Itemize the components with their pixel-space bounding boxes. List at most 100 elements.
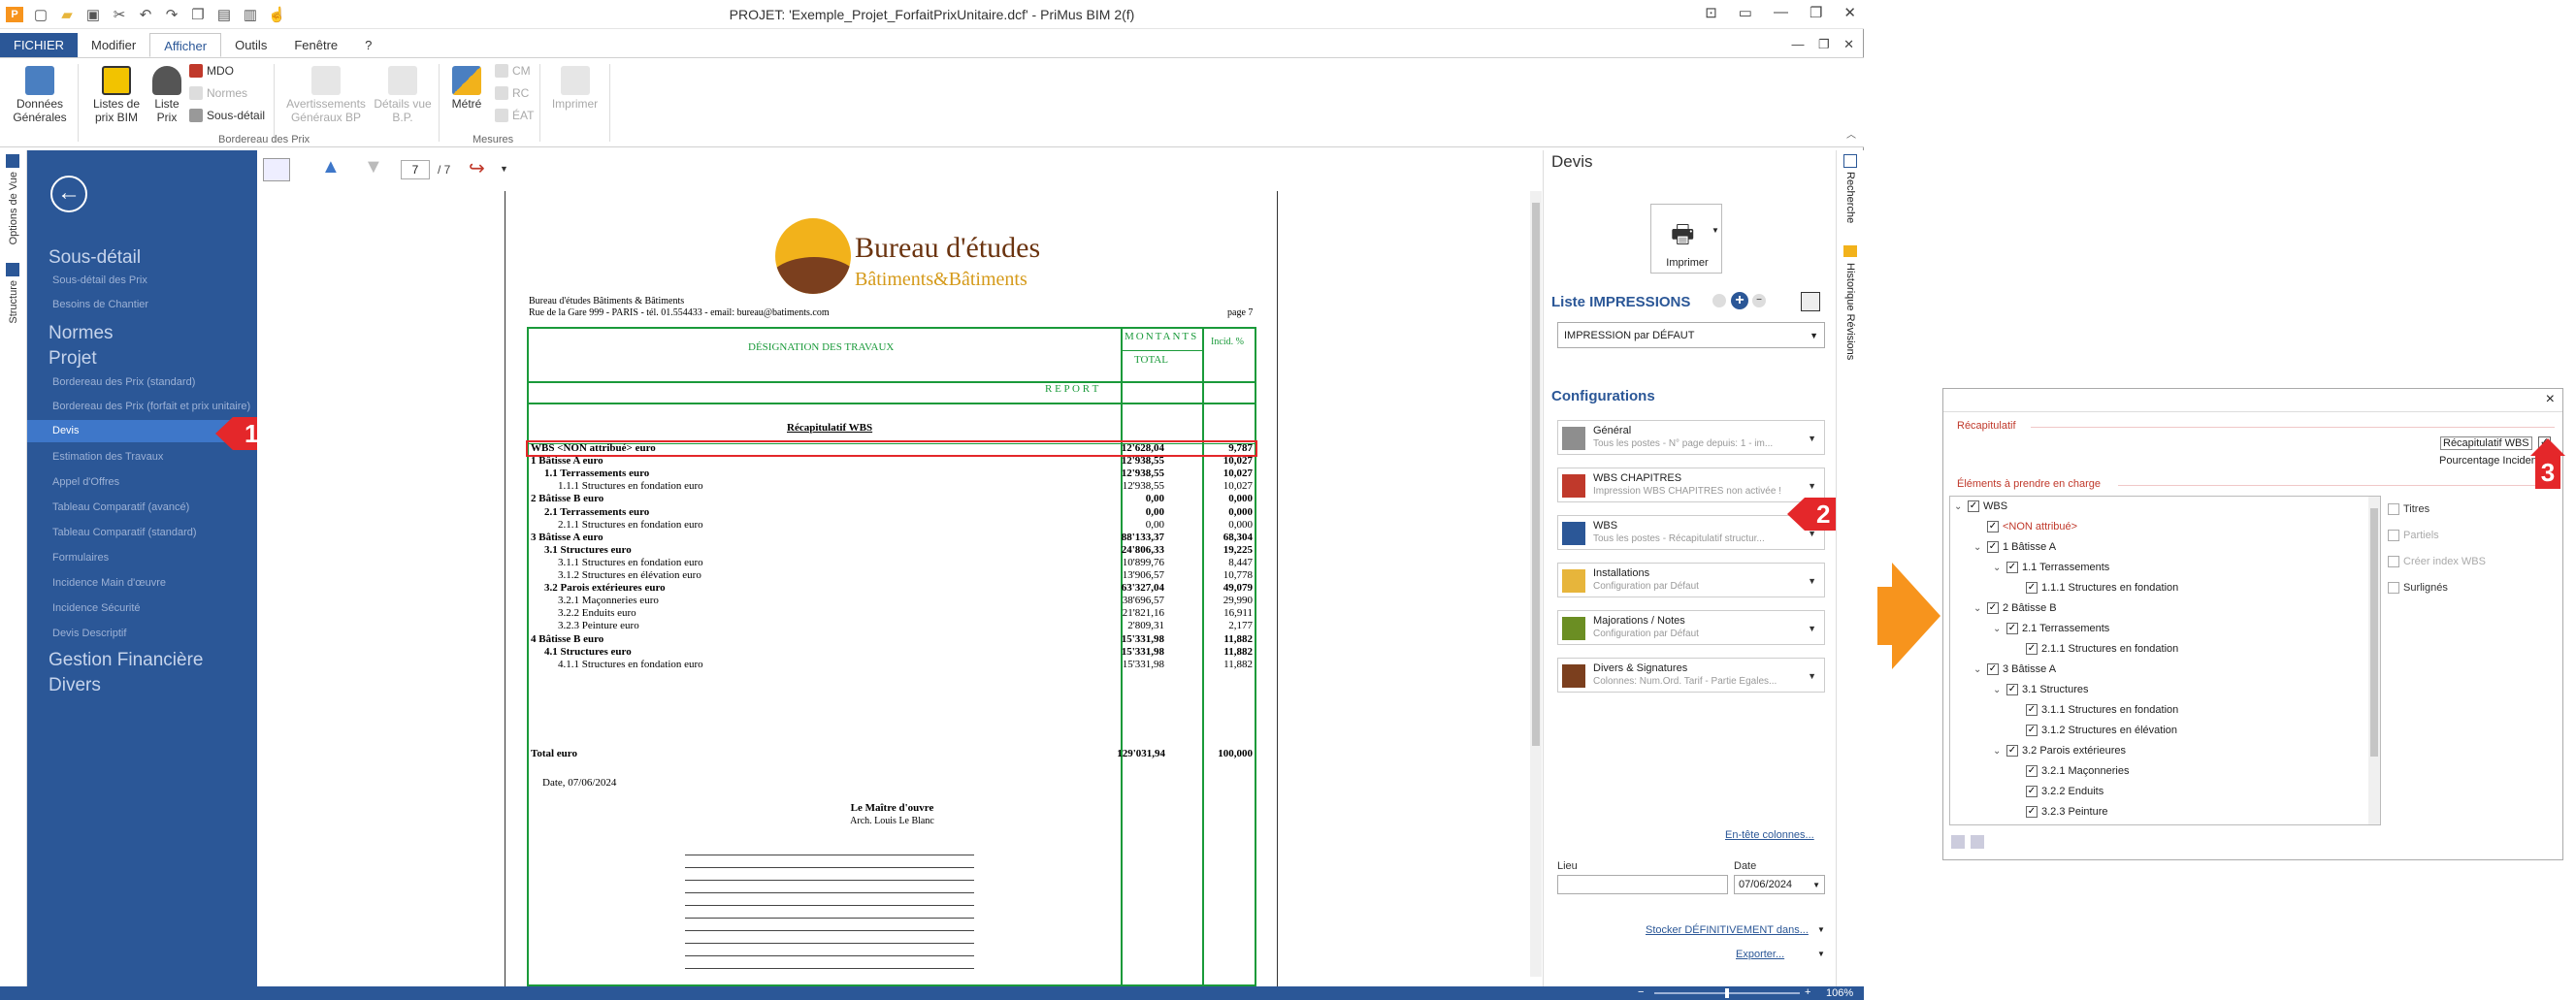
mdo-button[interactable]: MDO [189, 64, 234, 78]
listes-prix-bim-button[interactable]: Listes de prix BIM [87, 66, 146, 124]
nav-item-besoins[interactable]: Besoins de Chantier [52, 299, 148, 310]
nav-item-devis-descriptif[interactable]: Devis Descriptif [52, 628, 126, 639]
recherche-tab[interactable]: Recherche [1844, 172, 1856, 223]
tree-node[interactable]: ⌄ ✓ WBS [1954, 500, 2007, 512]
tree-checkbox[interactable]: ✓ [2006, 562, 2018, 573]
exporter-dropdown-icon[interactable]: ▼ [1817, 950, 1825, 958]
export-dropdown-icon[interactable]: ▼ [500, 164, 508, 174]
structure-icon[interactable] [6, 263, 19, 276]
tree-node[interactable]: ⌄ ✓ 3.1 Structures [1993, 684, 2088, 695]
historique-tab[interactable]: Historique Révisions [1844, 263, 1856, 360]
partiels-checkbox[interactable] [2388, 530, 2399, 541]
config-item[interactable]: Divers & Signatures Colonnes: Num.Ord. Ta… [1557, 658, 1825, 693]
nav-section-normes[interactable]: Normes [49, 323, 114, 344]
ribbon-collapse-icon[interactable]: ︿ [1846, 126, 1856, 141]
tree-node[interactable]: ⌄ ✓ 2 Bâtisse B [1973, 602, 2057, 614]
tree-checkbox[interactable]: ✓ [2026, 643, 2038, 655]
tree-chevron-icon[interactable]: ⌄ [1973, 603, 1983, 614]
tree-checkbox[interactable]: ✓ [2006, 684, 2018, 695]
config-item[interactable]: Installations Configuration par Défaut ▼ [1557, 563, 1825, 597]
config-item[interactable]: WBS Tous les postes - Récapitulatif struc… [1557, 515, 1825, 550]
index-checkbox[interactable] [2388, 556, 2399, 567]
nav-item-sous-detail-prix[interactable]: Sous-détail des Prix [52, 274, 147, 286]
document-scrollbar[interactable] [1530, 191, 1542, 977]
tree-node[interactable]: ✓ 3.2.3 Peinture [2012, 806, 2108, 818]
back-arrow-icon[interactable]: ← [50, 176, 87, 212]
config-dropdown-icon[interactable]: ▼ [1808, 434, 1816, 443]
tree-node[interactable]: ⌄ ✓ 3 Bâtisse A [1973, 663, 2056, 675]
config-dropdown-icon[interactable]: ▼ [1808, 576, 1816, 586]
config-list-icon[interactable] [1712, 294, 1726, 307]
config-dropdown-icon[interactable]: ▼ [1808, 481, 1816, 491]
historique-icon[interactable] [1843, 245, 1857, 257]
structure-tab[interactable]: Structure [8, 280, 19, 324]
zoom-in-icon[interactable]: + [1805, 986, 1810, 998]
remove-impression-icon[interactable]: − [1752, 294, 1766, 307]
zoom-slider-thumb[interactable] [1725, 988, 1729, 998]
stocker-link[interactable]: Stocker DÉFINITIVEMENT dans... [1646, 924, 1809, 936]
tree-chevron-icon[interactable]: ⌄ [1954, 501, 1964, 512]
opt-titres[interactable]: Titres [2388, 503, 2429, 515]
donnees-generales-button[interactable]: Données Générales [10, 66, 70, 124]
nav-item-estimation[interactable]: Estimation des Travaux [52, 451, 163, 463]
impression-select[interactable]: IMPRESSION par DÉFAUT ▼ [1557, 322, 1825, 348]
config-item[interactable]: Général Tous les postes - N° page depuis:… [1557, 420, 1825, 455]
tree-checkbox[interactable]: ✓ [1968, 500, 1979, 512]
tree-node[interactable]: ⌄ ✓ 2.1 Terrassements [1993, 623, 2109, 634]
options-vue-tab[interactable]: Options de Vue [8, 172, 19, 244]
tree-node[interactable]: ✓ 3.2.2 Enduits [2012, 786, 2103, 797]
tree-checkbox[interactable]: ✓ [2006, 623, 2018, 634]
mdi-minimize-icon[interactable]: — [1792, 37, 1805, 51]
rc-button[interactable]: RC [495, 86, 529, 100]
expand-all-icon[interactable] [1951, 835, 1965, 849]
config-item[interactable]: Majorations / Notes Configuration par Déf… [1557, 610, 1825, 645]
opt-surlignes[interactable]: Surlignés [2388, 582, 2448, 594]
nav-item-bp-standard[interactable]: Bordereau des Prix (standard) [52, 376, 195, 388]
config-item[interactable]: WBS CHAPITRES Impression WBS CHAPITRES no… [1557, 468, 1825, 502]
tree-node[interactable]: ✓ 3.2.1 Maçonneries [2012, 765, 2130, 777]
tree-checkbox[interactable]: ✓ [2026, 582, 2038, 594]
nav-section-divers[interactable]: Divers [49, 675, 101, 696]
nav-item-incidence-mo[interactable]: Incidence Main d'œuvre [52, 577, 166, 589]
tree-chevron-icon[interactable]: ⌄ [1993, 685, 2003, 695]
tree-node[interactable]: ✓ 2.1.1 Structures en fondation [2012, 643, 2178, 655]
print-button[interactable]: 🖶 ▼ Imprimer [1650, 204, 1722, 274]
tree-node[interactable]: ✓ 3.1.2 Structures en élévation [2012, 725, 2177, 736]
restore-icon[interactable]: ❐ [1810, 4, 1822, 21]
tree-checkbox[interactable]: ✓ [1987, 663, 1999, 675]
lieu-input[interactable] [1557, 875, 1728, 894]
zoom-out-icon[interactable]: − [1638, 986, 1644, 998]
liste-prix-button[interactable]: Liste Prix [147, 66, 186, 124]
page-number-input[interactable]: 7 [401, 160, 430, 179]
tree-node[interactable]: ✓ 1.1.1 Structures en fondation [2012, 582, 2178, 594]
nav-item-incidence-sec[interactable]: Incidence Sécurité [52, 602, 141, 614]
titres-checkbox[interactable] [2388, 503, 2399, 515]
options-vue-icon[interactable] [6, 154, 19, 168]
print-dropdown-icon[interactable]: ▼ [1712, 226, 1719, 235]
cm-button[interactable]: CM [495, 64, 531, 78]
tab-modifier[interactable]: Modifier [78, 33, 149, 57]
tree-scrollbar-thumb[interactable] [2370, 508, 2378, 757]
tree-chevron-icon[interactable]: ⌄ [1993, 746, 2003, 757]
tree-node[interactable]: ✓ <NON attribué> [1973, 521, 2077, 532]
nav-section-gestion[interactable]: Gestion Financière [49, 650, 203, 671]
scrollbar-thumb[interactable] [1532, 203, 1540, 746]
minimize-icon[interactable]: — [1774, 4, 1788, 21]
nav-item-formulaires[interactable]: Formulaires [52, 552, 109, 564]
tree-chevron-icon[interactable]: ⌄ [1993, 563, 2003, 573]
tree-checkbox[interactable]: ✓ [2026, 704, 2038, 716]
close-icon[interactable]: ✕ [1843, 4, 1856, 21]
tree-chevron-icon[interactable]: ⌄ [1993, 624, 2003, 634]
export-arrow-icon[interactable]: ↪ [469, 156, 485, 180]
tree-scrollbar[interactable] [2368, 497, 2380, 824]
tree-checkbox[interactable]: ✓ [2026, 725, 2038, 736]
tree-checkbox[interactable]: ✓ [1987, 602, 1999, 614]
nav-item-appel[interactable]: Appel d'Offres [52, 476, 119, 488]
collapse-all-icon[interactable] [1971, 835, 1984, 849]
tab-help[interactable]: ? [351, 33, 385, 57]
exporter-link[interactable]: Exporter... [1736, 949, 1784, 960]
previous-page-icon[interactable]: ▲ [321, 156, 341, 178]
nav-section-sous-detail[interactable]: Sous-détail [49, 247, 141, 269]
search-icon[interactable] [1843, 154, 1857, 168]
print-settings-icon[interactable] [1801, 292, 1820, 311]
